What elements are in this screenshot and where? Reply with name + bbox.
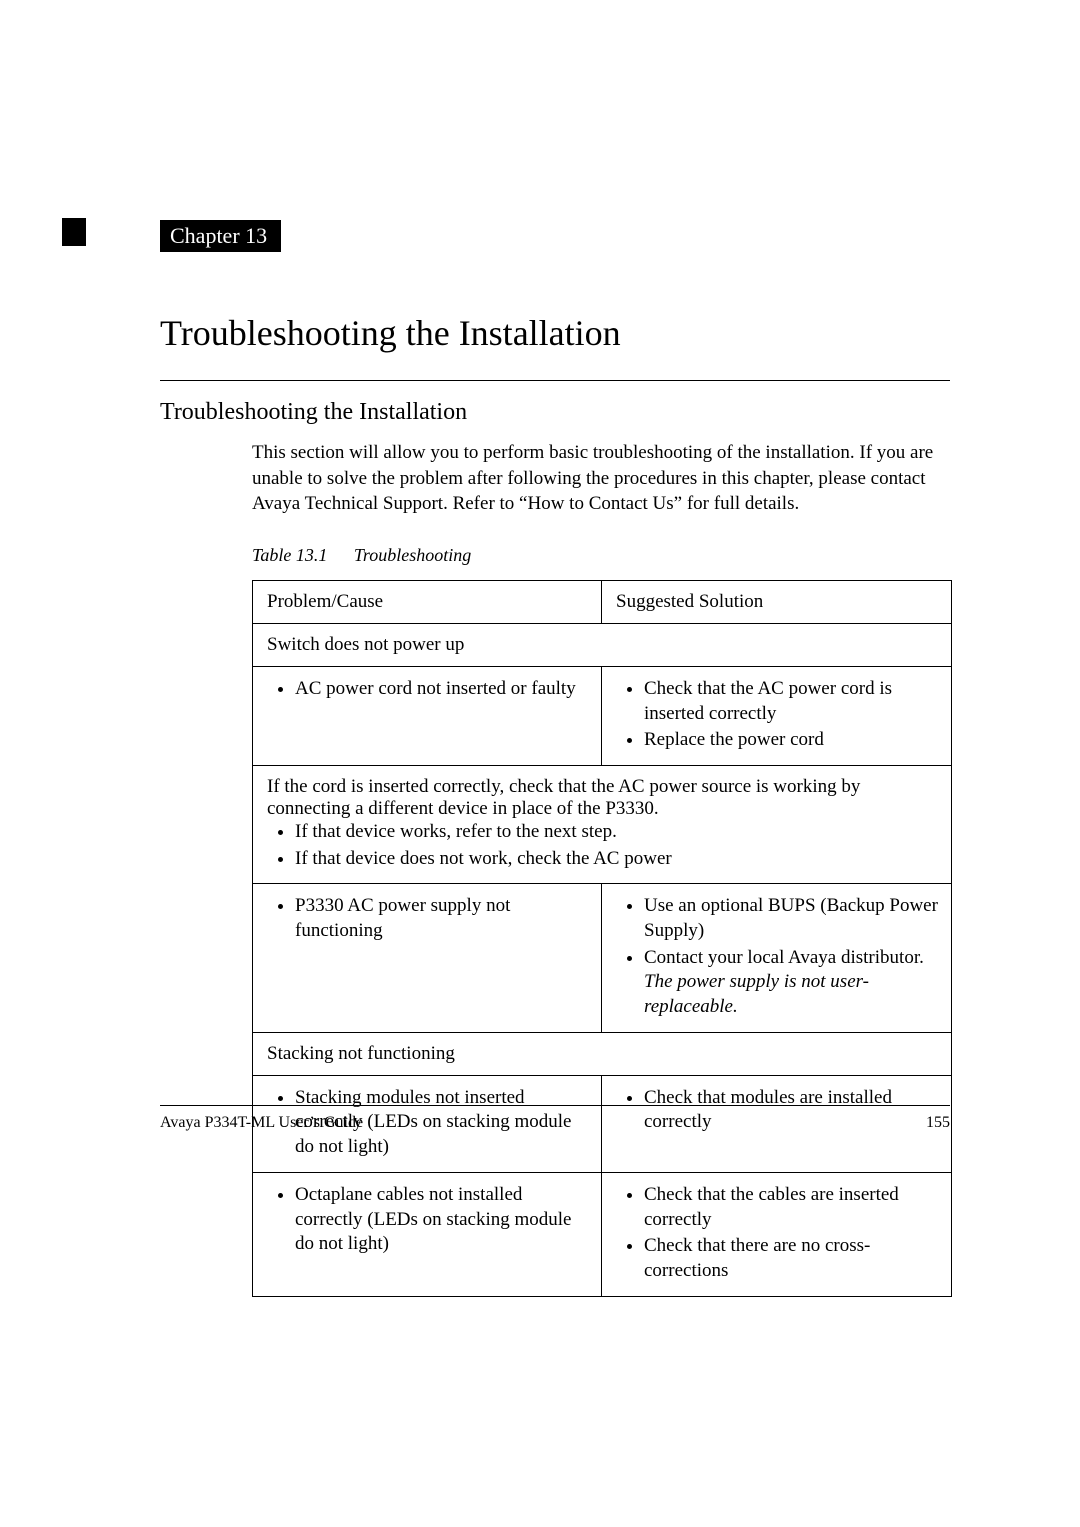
problem-item: P3330 AC power supply not functioning: [295, 894, 589, 943]
solution-item: Contact your local Avaya distributor. Th…: [644, 946, 939, 1020]
page-content: Chapter 13 Troubleshooting the Installat…: [0, 0, 1080, 1297]
solution-item: Replace the power cord: [644, 728, 939, 753]
table-caption-title: Troubleshooting: [354, 545, 471, 565]
table-caption: Table 13.1 Troubleshooting: [252, 545, 950, 566]
note-text: If the cord is inserted correctly, check…: [267, 776, 939, 820]
problem-item: AC power cord not inserted or faulty: [295, 677, 589, 702]
footer-doc-title: Avaya P334T-ML User’s Guide: [160, 1114, 363, 1132]
solution-item: Check that there are no cross-correction…: [644, 1234, 939, 1283]
solution-item: Check that the AC power cord is inserted…: [644, 677, 939, 726]
table-row: Octaplane cables not installed correctly…: [253, 1172, 952, 1296]
footer-page-number: 155: [926, 1114, 950, 1132]
chapter-title: Troubleshooting the Installation: [160, 312, 950, 354]
section-title: Switch does not power up: [253, 623, 952, 666]
table-section-row: Stacking not functioning: [253, 1032, 952, 1075]
table-row: If the cord is inserted correctly, check…: [253, 765, 952, 883]
troubleshooting-table: Problem/Cause Suggested Solution Switch …: [252, 580, 952, 1297]
section-title: Stacking not functioning: [253, 1032, 952, 1075]
side-black-bar: [62, 218, 86, 246]
problem-item: Octaplane cables not installed correctly…: [295, 1183, 589, 1257]
problem-cell: Octaplane cables not installed correctly…: [253, 1172, 602, 1296]
problem-cell: AC power cord not inserted or faulty: [253, 666, 602, 765]
title-rule: [160, 380, 950, 381]
note-item: If that device does not work, check the …: [295, 847, 939, 872]
header-solution: Suggested Solution: [602, 580, 952, 623]
solution-cell: Use an optional BUPS (Backup Power Suppl…: [602, 884, 952, 1032]
table-section-row: Switch does not power up: [253, 623, 952, 666]
solution-item: Use an optional BUPS (Backup Power Suppl…: [644, 894, 939, 943]
chapter-label: Chapter 13: [160, 220, 281, 252]
intro-paragraph: This section will allow you to perform b…: [252, 440, 950, 517]
table-row: AC power cord not inserted or faulty Che…: [253, 666, 952, 765]
solution-item: Check that the cables are inserted corre…: [644, 1183, 939, 1232]
footer-rule: [160, 1105, 950, 1106]
solution-cell: Check that the AC power cord is inserted…: [602, 666, 952, 765]
note-item: If that device works, refer to the next …: [295, 820, 939, 845]
table-caption-number: Table 13.1: [252, 545, 327, 565]
table-header-row: Problem/Cause Suggested Solution: [253, 580, 952, 623]
problem-cell: P3330 AC power supply not functioning: [253, 884, 602, 1032]
header-problem: Problem/Cause: [253, 580, 602, 623]
section-heading: Troubleshooting the Installation: [160, 399, 950, 426]
table-row: P3330 AC power supply not functioning Us…: [253, 884, 952, 1032]
note-cell: If the cord is inserted correctly, check…: [253, 765, 952, 883]
solution-italic: The power supply is not user-replaceable…: [644, 971, 869, 1017]
solution-cell: Check that the cables are inserted corre…: [602, 1172, 952, 1296]
solution-text: Contact your local Avaya distributor.: [644, 947, 924, 968]
page-footer: Avaya P334T-ML User’s Guide 155: [160, 1105, 950, 1132]
